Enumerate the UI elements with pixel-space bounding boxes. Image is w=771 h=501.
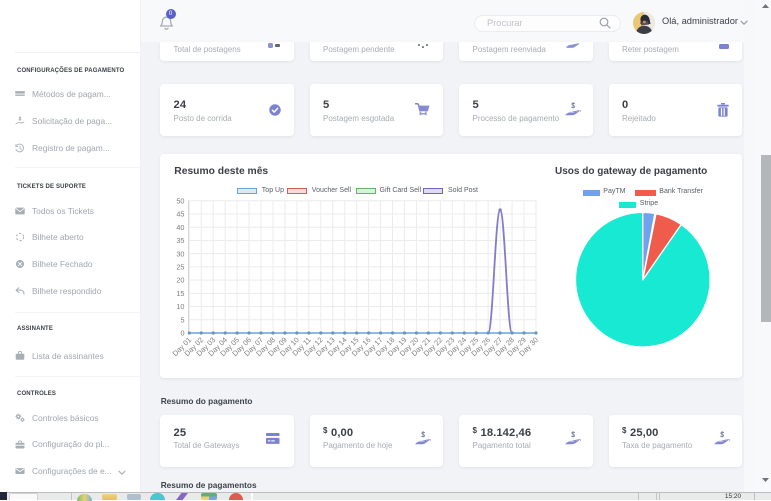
svg-text:5: 5	[180, 315, 184, 324]
svg-text:10: 10	[176, 302, 184, 311]
svg-text:25: 25	[176, 263, 184, 272]
svg-text:40: 40	[176, 223, 184, 232]
svg-text:20: 20	[176, 276, 184, 285]
svg-text:45: 45	[176, 210, 184, 219]
svg-text:50: 50	[176, 196, 184, 205]
svg-text:15: 15	[176, 289, 184, 298]
svg-text:0: 0	[180, 329, 184, 338]
svg-text:35: 35	[176, 236, 184, 245]
svg-text:30: 30	[176, 249, 184, 258]
